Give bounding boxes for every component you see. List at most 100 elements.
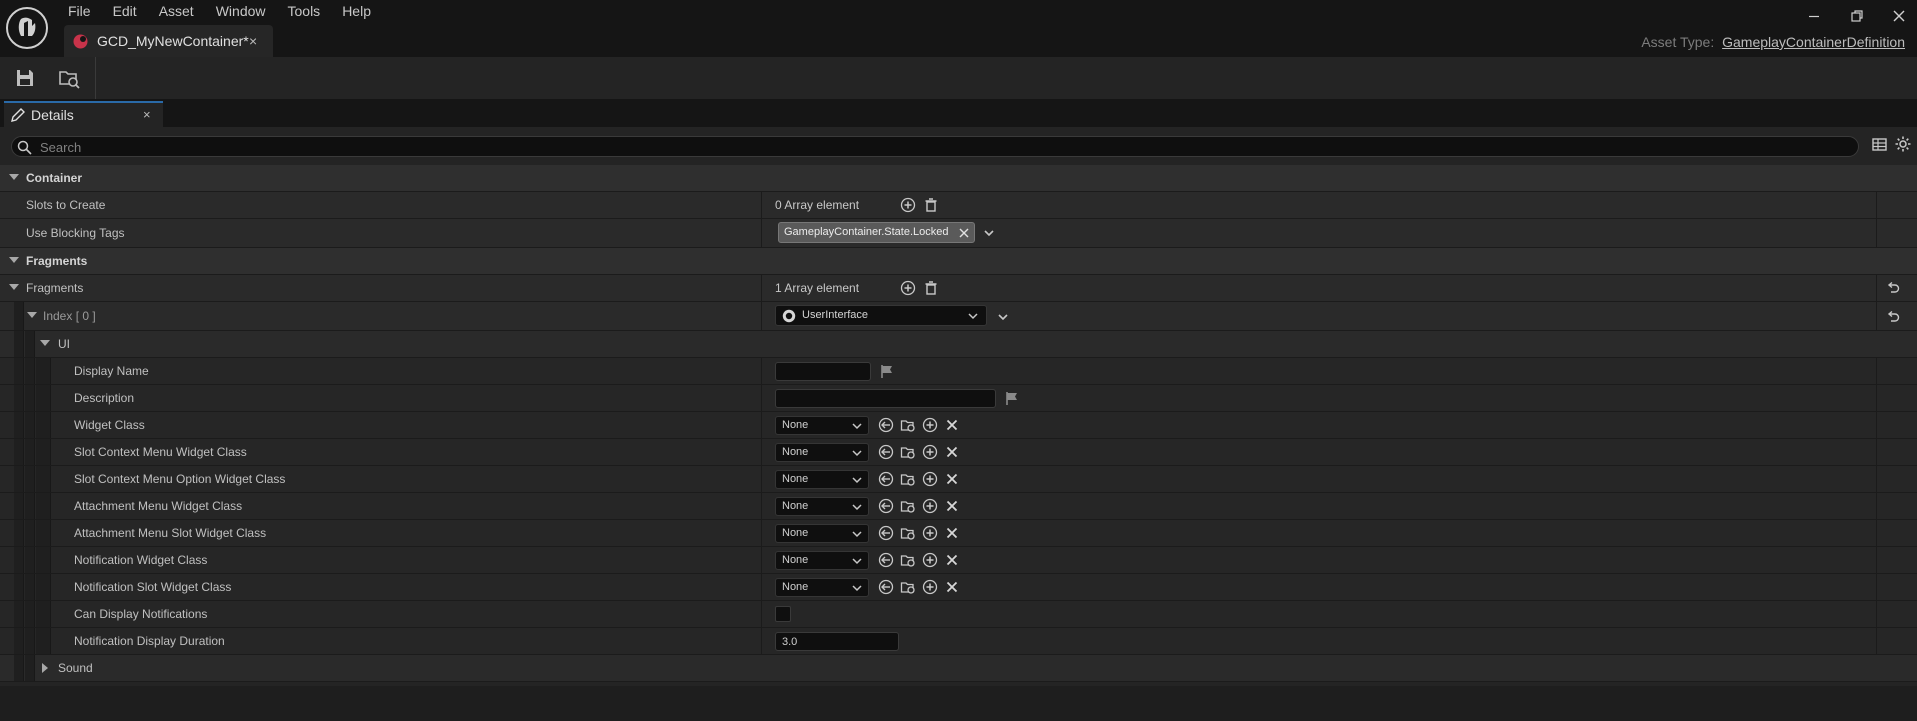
browse-asset-icon[interactable] [900,444,916,460]
clear-icon[interactable] [944,417,960,433]
use-selected-asset-icon[interactable] [878,444,894,460]
browse-asset-icon[interactable] [900,552,916,568]
localization-flag-icon[interactable] [1004,390,1020,406]
property-row-slot-context-menu-widget-class: Slot Context Menu Widget Class None [0,439,1917,466]
property-row-display-name: Display Name [0,358,1917,385]
clear-icon[interactable] [944,525,960,541]
clear-icon[interactable] [944,444,960,460]
menu-tools[interactable]: Tools [277,0,332,24]
restore-icon[interactable] [1849,8,1865,24]
category-container[interactable]: Container [0,165,1917,192]
chevron-down-icon [852,449,862,457]
browse-asset-icon[interactable] [900,498,916,514]
notification-duration-field[interactable] [775,632,899,651]
create-new-icon[interactable] [922,552,938,568]
class-dropdown[interactable]: None [775,470,869,489]
trash-icon[interactable] [923,280,939,296]
property-row-attachment-menu-slot-widget-class: Attachment Menu Slot Widget Class None [0,520,1917,547]
class-dropdown[interactable]: None [775,443,869,462]
category-sound[interactable]: Sound [0,655,1917,682]
details-tab-bar: Details × [0,99,1917,127]
expand-arrow-icon[interactable] [9,284,19,290]
property-label: Slot Context Menu Option Widget Class [74,472,286,486]
document-tab[interactable]: GCD_MyNewContainer* × [64,25,273,57]
class-dropdown[interactable]: None [775,551,869,570]
trash-icon[interactable] [923,197,939,213]
asset-type-info: Asset Type: GameplayContainerDefinition [1641,34,1905,50]
category-label: Fragments [26,254,88,268]
browse-to-asset-icon[interactable] [57,66,81,90]
gear-icon[interactable] [1894,135,1912,153]
use-selected-asset-icon[interactable] [878,498,894,514]
use-selected-asset-icon[interactable] [878,417,894,433]
browse-asset-icon[interactable] [900,525,916,541]
add-element-icon[interactable] [900,197,916,213]
property-label: Widget Class [74,418,145,432]
asset-type-link[interactable]: GameplayContainerDefinition [1722,34,1905,50]
fragment-type-dropdown[interactable]: UserInterface [775,305,987,326]
browse-asset-icon[interactable] [900,579,916,595]
document-tab-close-icon[interactable]: × [249,33,257,49]
class-dropdown[interactable]: None [775,578,869,597]
create-new-icon[interactable] [922,498,938,514]
menu-window[interactable]: Window [205,0,277,24]
details-tab[interactable]: Details × [4,101,163,127]
class-dropdown[interactable]: None [775,416,869,435]
class-dropdown[interactable]: None [775,524,869,543]
create-new-icon[interactable] [922,579,938,595]
menu-file[interactable]: File [57,0,102,24]
use-selected-asset-icon[interactable] [878,525,894,541]
reset-to-default-icon[interactable] [1885,280,1901,296]
class-dropdown[interactable]: None [775,497,869,516]
clear-icon[interactable] [944,579,960,595]
clear-icon[interactable] [944,552,960,568]
menu-edit[interactable]: Edit [102,0,148,24]
create-new-icon[interactable] [922,444,938,460]
description-field[interactable] [775,389,996,408]
toolbar [0,57,1917,99]
close-window-icon[interactable] [1891,8,1907,24]
save-icon[interactable] [13,66,37,90]
menu-asset[interactable]: Asset [148,0,205,24]
expand-arrow-icon[interactable] [40,340,50,346]
display-name-field[interactable] [775,362,871,381]
property-row-attachment-menu-widget-class: Attachment Menu Widget Class None [0,493,1917,520]
collapsed-arrow-icon[interactable] [42,663,48,673]
details-tab-label: Details [31,107,74,123]
property-label: Notification Display Duration [74,634,225,648]
unreal-logo-icon[interactable] [5,6,49,50]
create-new-icon[interactable] [922,471,938,487]
clear-icon[interactable] [944,471,960,487]
search-icon [17,140,32,155]
details-tab-close-icon[interactable]: × [143,107,151,122]
chevron-down-icon[interactable] [981,225,997,241]
browse-asset-icon[interactable] [900,417,916,433]
create-new-icon[interactable] [922,525,938,541]
expand-arrow-icon[interactable] [27,312,37,318]
use-selected-asset-icon[interactable] [878,552,894,568]
create-new-icon[interactable] [922,417,938,433]
property-label: Attachment Menu Slot Widget Class [74,526,267,540]
use-selected-asset-icon[interactable] [878,471,894,487]
search-input[interactable] [40,138,1840,156]
menu-bar: File Edit Asset Window Tools Help [57,0,382,24]
can-display-notifications-checkbox[interactable] [775,606,791,622]
chevron-down-icon[interactable] [995,309,1011,325]
use-selected-asset-icon[interactable] [878,579,894,595]
menu-help[interactable]: Help [331,0,382,24]
expand-arrow-icon[interactable] [9,257,19,263]
minimize-icon[interactable] [1806,8,1822,24]
add-element-icon[interactable] [900,280,916,296]
gameplay-tag-chip[interactable]: GameplayContainer.State.Locked [778,222,975,243]
expand-arrow-icon[interactable] [9,174,19,180]
reset-to-default-icon[interactable] [1885,309,1901,325]
browse-asset-icon[interactable] [900,471,916,487]
property-label: Description [74,391,135,405]
localization-flag-icon[interactable] [879,363,895,379]
property-matrix-icon[interactable] [1871,136,1888,153]
category-ui[interactable]: UI [0,331,1917,358]
remove-tag-icon[interactable] [958,227,970,239]
category-fragments[interactable]: Fragments [0,248,1917,275]
clear-icon[interactable] [944,498,960,514]
property-label: Attachment Menu Widget Class [74,499,243,513]
